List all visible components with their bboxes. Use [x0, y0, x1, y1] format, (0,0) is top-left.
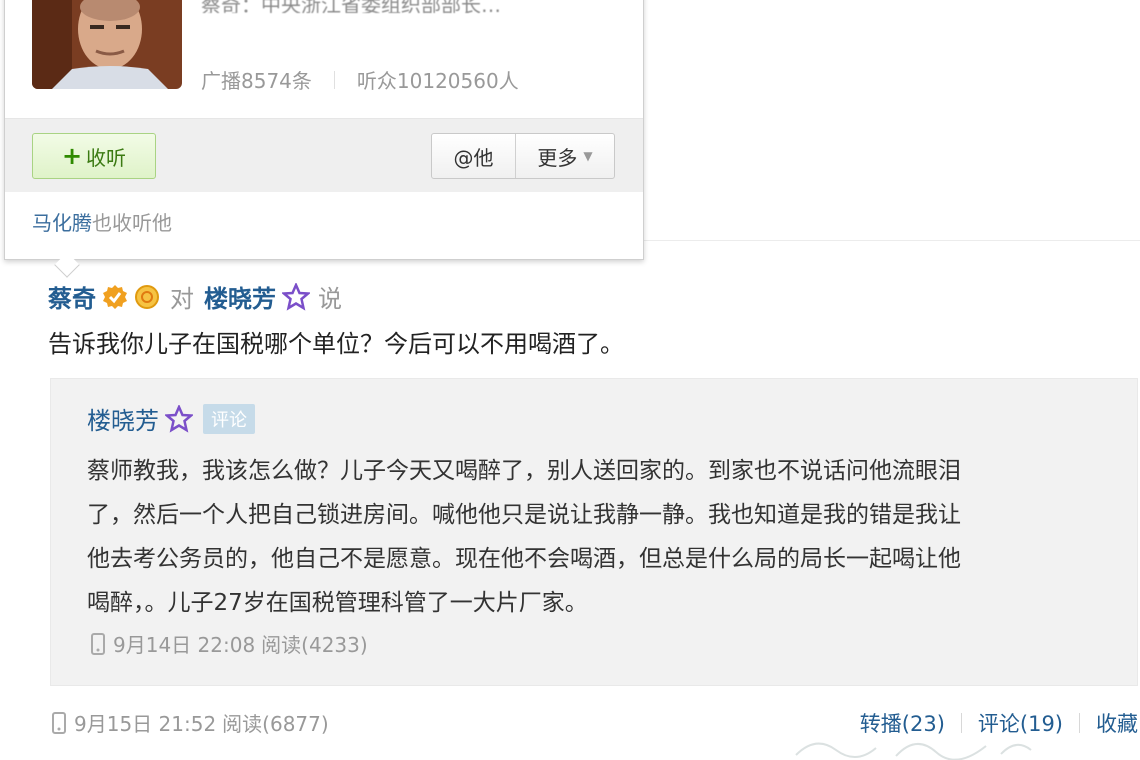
- post-author-link[interactable]: 蔡奇: [48, 279, 96, 314]
- quote-body: 蔡师教我，我该怎么做？儿子今天又喝醉了，别人送回家的。到家也不说话问他流眼泪 了…: [87, 449, 1107, 625]
- quote-line: 蔡师教我，我该怎么做？儿子今天又喝醉了，别人送回家的。到家也不说话问他流眼泪: [87, 458, 961, 484]
- quote-line: 他去考公务员的，他自己不是愿意。现在他不会喝酒，但总是什么局的局长一起喝让他: [87, 546, 961, 572]
- favorite-link[interactable]: 收藏: [1096, 708, 1138, 738]
- mutual-follow-note: 马化腾也收听他: [32, 207, 172, 236]
- phone-icon: [52, 711, 66, 734]
- star-icon[interactable]: [165, 404, 193, 433]
- feed-divider: [640, 240, 1140, 241]
- quote-line: 喝醉，。儿子27岁在国税管理科管了一大片厂家。: [87, 590, 588, 616]
- quote-read-count: 阅读(4233): [261, 633, 368, 657]
- watermark-decoration: [795, 742, 1032, 760]
- comment-tag: 评论: [203, 403, 255, 434]
- profile-button-group: @他 更多 ▼: [431, 133, 615, 179]
- mutual-user-link[interactable]: 马化腾: [32, 211, 92, 235]
- quote-author-link[interactable]: 楼晓芳: [87, 401, 159, 436]
- quote-header: 楼晓芳 评论: [87, 401, 255, 436]
- post-meta: 9月15日 21:52 阅读(6877): [52, 708, 329, 737]
- follow-label: 收听: [86, 145, 127, 170]
- action-divider: [1079, 713, 1080, 733]
- star-icon[interactable]: [282, 282, 310, 311]
- more-button[interactable]: 更多 ▼: [516, 134, 614, 178]
- post-text: 告诉我你儿子在国税哪个单位？今后可以不用喝酒了。: [48, 330, 624, 358]
- mutual-suffix: 也收听他: [92, 211, 172, 235]
- phone-icon: [91, 632, 105, 655]
- stats-divider: [333, 70, 335, 89]
- post-read-count: 阅读(6877): [222, 712, 329, 736]
- profile-bio: 蔡奇：中央浙江省委组织部部长…: [201, 0, 501, 13]
- post-date-link[interactable]: 9月15日 21:52: [74, 708, 216, 737]
- mention-button[interactable]: @他: [432, 134, 516, 178]
- profile-card-actions: + 收听 @他 更多 ▼: [5, 118, 643, 192]
- to-word: 对: [170, 285, 194, 313]
- avatar[interactable]: [32, 0, 182, 89]
- vip-badge-icon[interactable]: [134, 284, 160, 310]
- quote-date-link[interactable]: 9月14日 22:08: [113, 629, 255, 658]
- weibo-page: 蔡奇：中央浙江省委组织部部长… 广播8574条 听众10120560人 + 收听…: [0, 0, 1140, 760]
- profile-card-header: 蔡奇：中央浙江省委组织部部长… 广播8574条 听众10120560人: [5, 0, 643, 118]
- quoted-comment: 楼晓芳 评论 蔡师教我，我该怎么做？儿子今天又喝醉了，别人送回家的。到家也不说话…: [50, 378, 1138, 686]
- post-target-link[interactable]: 楼晓芳: [204, 279, 276, 314]
- post-header: 蔡奇 对 楼晓芳 说: [48, 279, 342, 314]
- say-word: 说: [318, 285, 342, 313]
- quote-meta: 9月14日 22:08 阅读(4233): [91, 629, 368, 658]
- quote-line: 了，然后一个人把自己锁进房间。喊他他只是说让我静一静。我也知道是我的错是我让: [87, 502, 961, 528]
- follow-button[interactable]: + 收听: [32, 133, 156, 179]
- more-label: 更多: [537, 145, 578, 170]
- profile-hover-card: 蔡奇：中央浙江省委组织部部长… 广播8574条 听众10120560人 + 收听…: [4, 0, 644, 260]
- profile-stats: 广播8574条 听众10120560人: [201, 65, 519, 94]
- listener-count[interactable]: 听众10120560人: [357, 65, 519, 94]
- verified-icon[interactable]: [102, 284, 128, 310]
- caret-down-icon: ▼: [583, 149, 593, 163]
- broadcast-count[interactable]: 广播8574条: [201, 65, 312, 94]
- plus-icon: +: [61, 142, 83, 170]
